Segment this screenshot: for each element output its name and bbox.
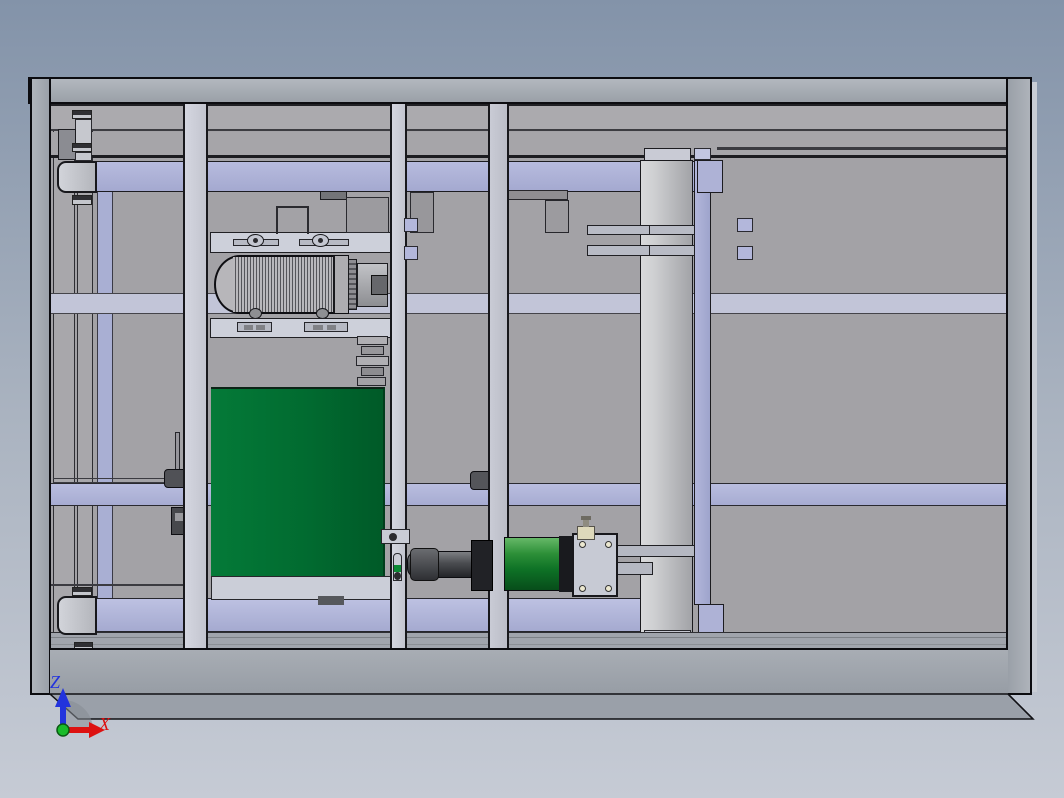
beam-corner-block-bottom [698,604,724,635]
wing-bolt-right [312,234,329,247]
roller-fork-bar-upper [587,225,695,235]
frame-right-beam [1006,77,1032,695]
slotted-plate-left [237,322,272,332]
lifting-handle [276,206,309,234]
belt-frame-clips [318,596,344,605]
motor-end-plate [333,256,348,313]
rod-coupling-sleeve [410,548,439,581]
beam-tab [404,246,418,260]
frame-bottom-beam [50,648,1008,695]
plate-screw [579,585,586,592]
plate-screw [605,541,612,548]
tensioner-block [361,367,384,376]
cylinder-rear-cap [559,536,573,592]
beam-tab [737,218,753,232]
bearing-spacer [75,152,92,161]
plate-screw [605,585,612,592]
z-axis-label: Z [50,672,61,692]
shelf-block-large [346,197,389,233]
left-section-edge-line [50,584,183,586]
gearbox-ribbed-ring [348,259,357,310]
beam-tab [737,246,753,260]
shaft-coupling-stub [164,469,185,488]
slot-insert [327,325,336,330]
cylinder-front-flange [471,540,493,591]
sensor-led [394,565,401,572]
frame-right-edge-highlight [1032,82,1037,692]
tensioner-block [356,356,389,366]
belt-frame-rail [211,576,403,600]
proximity-sensor-lower [393,553,402,581]
slot-insert [313,325,323,330]
sensor-bolt [394,572,401,580]
slot-insert [256,325,265,330]
left-lavender-upright [97,190,113,605]
right-upright-cap [694,148,711,160]
far-shelf-block [545,200,569,233]
wing-bolt-right-center [318,238,323,243]
fork-bar-joint [649,246,650,255]
shelf-block-small [320,191,347,200]
wing-bolt-left-center [253,238,258,243]
air-fitting [577,516,595,540]
right-rail-edge-line [717,147,1006,150]
shaft-stub-right [470,471,490,490]
frame-left-beam [30,77,51,695]
slotted-plate-right [304,322,348,332]
gearbox-hub [371,275,388,295]
tensioner-block [357,336,388,345]
bearing-washer [72,587,92,596]
bearing-washer [72,195,92,205]
bearing-washer [72,143,92,152]
origin-point [56,723,70,737]
motor-cooling-fins [233,257,332,312]
rod-end-bracket [381,529,410,544]
origin-triad[interactable] [20,655,150,765]
air-fitting-stem [583,519,589,527]
vertical-post-left [183,104,208,660]
bracket-bolt [389,533,397,541]
right-lavender-upright [694,160,711,605]
shaft-disc [175,432,180,470]
roller-fork-bar-upper [587,245,695,256]
cad-viewport[interactable]: Z X [0,0,1064,798]
tensioner-block [357,377,386,386]
beam-corner-block-top [697,160,723,193]
beam-tab [404,218,418,232]
pillow-block-bearing-top [57,161,97,193]
bearing-spacer [75,119,92,144]
frame-top-beam [28,77,1032,104]
air-fitting-cap [581,516,591,520]
conveyor-belt-panel [211,387,385,576]
fork-bar-joint [649,226,650,234]
bearing-washer [72,110,92,119]
cylinder-mounting-plate [572,533,618,597]
wing-bolt-left [247,234,264,247]
tensioner-block [361,346,384,355]
pillow-block-bearing-bottom [57,596,97,635]
x-axis-label: X [99,714,110,734]
slot-insert [244,325,253,330]
cross-beam-bottom [90,598,645,632]
pneumatic-cylinder-body [504,537,560,591]
plate-screw [579,541,586,548]
